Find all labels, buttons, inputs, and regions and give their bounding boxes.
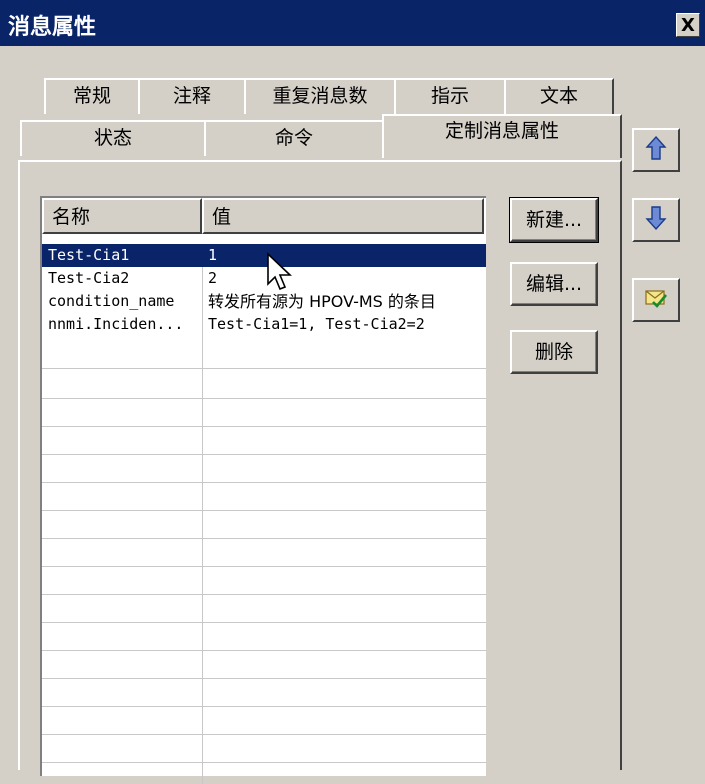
grid-line	[42, 762, 486, 763]
edit-button[interactable]: 编辑...	[510, 262, 598, 306]
tab-status[interactable]: 状态	[20, 120, 206, 156]
row-name: condition_name	[48, 292, 175, 310]
table-row[interactable]: Test-Cia1 1	[42, 244, 486, 267]
row-value: 转发所有源为 HPOV-MS 的条目	[208, 292, 436, 311]
tab-custom-message-attributes[interactable]: 定制消息属性	[382, 114, 622, 158]
tab-text[interactable]: 文本	[504, 78, 614, 114]
tab-label: 命令	[274, 127, 313, 149]
move-down-button[interactable]	[632, 198, 680, 242]
arrow-up-icon	[645, 135, 667, 166]
custom-attributes-list[interactable]: 名称 值 Test-Cia1 1 Test-Cia2 2 condition_n…	[40, 196, 486, 784]
column-header-value[interactable]: 值	[202, 198, 484, 234]
grid-line	[42, 622, 486, 623]
tab-label: 指示	[430, 85, 469, 107]
table-row[interactable]: Test-Cia2 2	[42, 267, 486, 290]
tab-label: 文本	[539, 85, 578, 107]
tab-label: 注释	[172, 85, 211, 107]
grid-line	[42, 426, 486, 427]
grid-line	[42, 594, 486, 595]
tab-instructions[interactable]: 指示	[394, 78, 506, 114]
arrow-down-icon	[645, 205, 667, 236]
new-button[interactable]: 新建...	[509, 197, 599, 243]
table-row[interactable]: nnmi.Inciden... Test-Cia1=1, Test-Cia2=2	[42, 313, 486, 336]
row-value: 1	[208, 246, 218, 264]
checkmark-envelope-icon	[644, 286, 668, 315]
move-up-button[interactable]	[632, 128, 680, 172]
grid-line	[42, 706, 486, 707]
row-value: Test-Cia1=1, Test-Cia2=2	[208, 315, 425, 333]
table-row[interactable]: condition_name 转发所有源为 HPOV-MS 的条目	[42, 290, 486, 313]
tab-label: 常规	[72, 85, 111, 107]
column-header-name[interactable]: 名称	[42, 198, 202, 234]
row-value: 2	[208, 269, 218, 287]
close-icon: X	[681, 15, 695, 36]
mouse-cursor-icon	[266, 252, 292, 297]
grid-line	[42, 398, 486, 399]
list-rows: Test-Cia1 1 Test-Cia2 2 condition_name 转…	[42, 244, 486, 336]
list-header: 名称 值	[42, 198, 486, 234]
grid-line	[42, 678, 486, 679]
grid-line	[42, 482, 486, 483]
grid-line	[42, 566, 486, 567]
row-name: nnmi.Inciden...	[48, 315, 184, 333]
grid-line	[42, 538, 486, 539]
tab-duplicate-count[interactable]: 重复消息数	[244, 78, 396, 114]
title-bar: 消息属性 X	[0, 0, 705, 46]
tab-label: 状态	[93, 127, 132, 149]
tab-label: 重复消息数	[272, 85, 368, 107]
grid-line	[42, 510, 486, 511]
tab-annotations[interactable]: 注释	[138, 78, 246, 114]
apply-button[interactable]	[632, 278, 680, 322]
tab-commands[interactable]: 命令	[204, 120, 384, 156]
window-title: 消息属性	[8, 15, 97, 40]
tab-general[interactable]: 常规	[44, 78, 140, 114]
grid-line	[42, 454, 486, 455]
close-button[interactable]: X	[676, 13, 700, 37]
tab-label: 定制消息属性	[444, 120, 559, 142]
row-name: Test-Cia1	[48, 246, 130, 264]
grid-line	[42, 368, 486, 369]
grid-line	[42, 734, 486, 735]
delete-button[interactable]: 删除	[510, 330, 598, 374]
grid-line	[42, 650, 486, 651]
row-name: Test-Cia2	[48, 269, 130, 287]
